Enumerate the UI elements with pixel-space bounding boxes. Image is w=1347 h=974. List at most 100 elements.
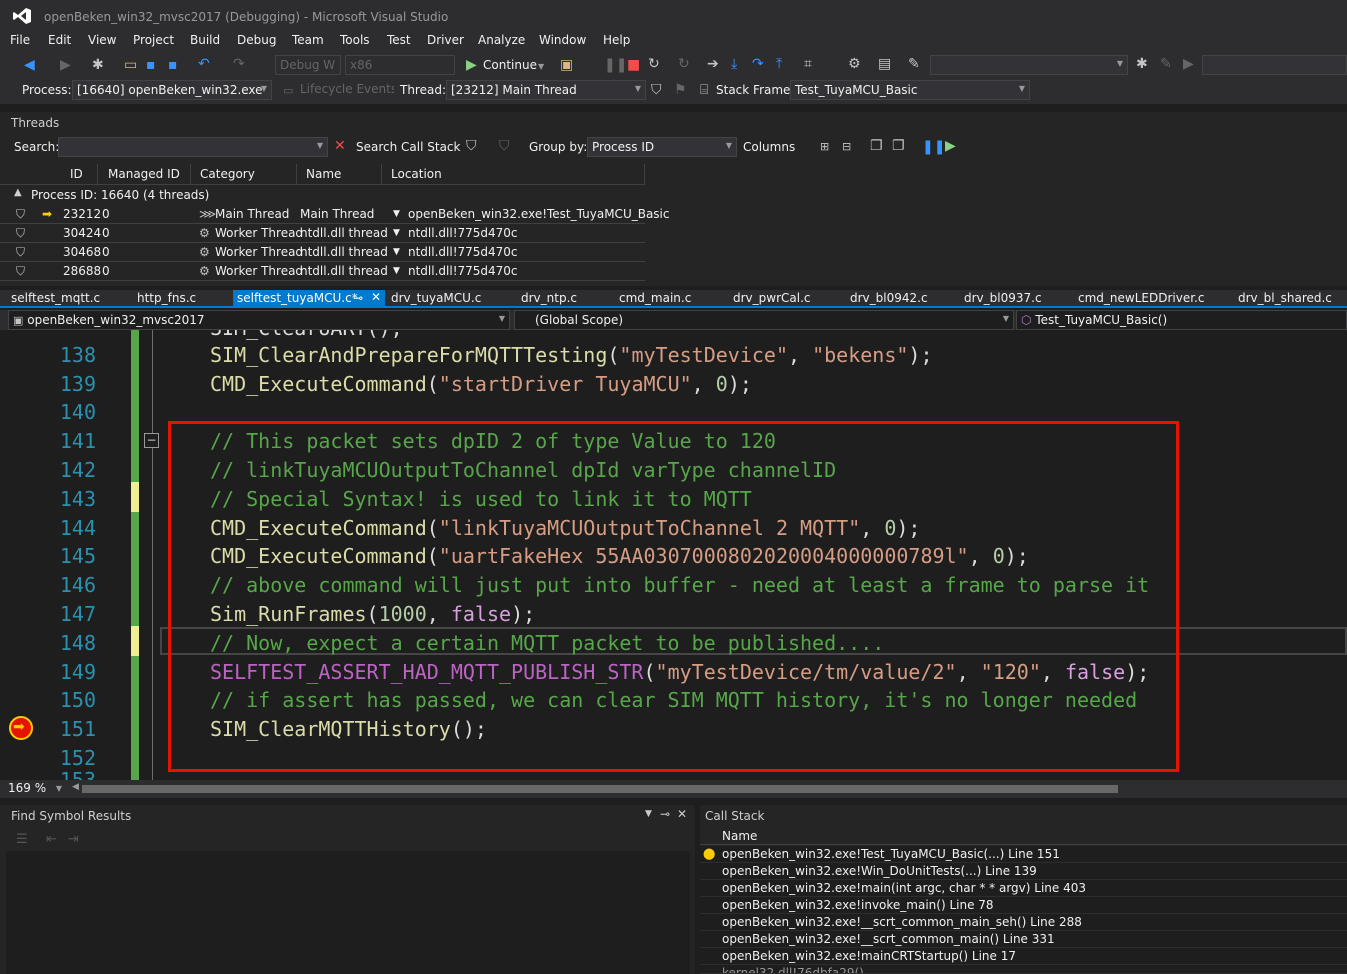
pause-icon[interactable]: ❚❚ [922, 140, 945, 154]
chevron-down-icon[interactable]: ▼ [393, 266, 400, 276]
close-icon[interactable]: ✕ [371, 290, 381, 304]
tab-drv-bl-shared[interactable]: drv_bl_shared.c [1238, 291, 1332, 305]
tab-selftest-mqtt[interactable]: selftest_mqtt.c [11, 291, 100, 305]
redo-icon[interactable]: ↷ [233, 57, 245, 71]
stop-debugging-icon[interactable]: ■ [627, 58, 640, 72]
function-combo[interactable]: ⬡ Test_TuyaMCU_Basic() [1016, 310, 1347, 330]
menu-window[interactable]: Window [539, 33, 586, 47]
stack-frame-combo[interactable]: Test_TuyaMCU_Basic ▼ [790, 80, 1030, 100]
menu-test[interactable]: Test [387, 33, 411, 47]
col-location[interactable]: Location [391, 167, 442, 181]
threads-search-input[interactable]: ▼ [58, 137, 328, 157]
lifecycle-events-combo[interactable]: Lifecycle Events [296, 80, 394, 100]
menu-tools[interactable]: Tools [340, 33, 370, 47]
collapse-groups-icon[interactable]: ⊟ [842, 140, 851, 154]
pen-icon[interactable]: ✎ [1160, 57, 1172, 71]
continue-button[interactable]: Continue [483, 58, 537, 72]
break-all-icon[interactable]: ❚❚ [604, 58, 627, 72]
open-folder-icon[interactable]: ▭ [124, 58, 137, 72]
freeze-threads-icon[interactable]: ❐ [870, 139, 883, 153]
col-name[interactable]: Name [722, 829, 757, 843]
call-stack-row[interactable]: kernel32.dll!76dbfa29() [700, 965, 1347, 974]
menu-build[interactable]: Build [190, 33, 220, 47]
chevron-down-icon[interactable]: ▼ [645, 809, 652, 819]
col-category[interactable]: Category [200, 167, 255, 181]
column-divider[interactable] [644, 164, 645, 185]
thread-group-row[interactable]: ▲ Process ID: 16640 (4 threads) [0, 186, 645, 204]
hex-display-icon[interactable]: ⌗ [804, 57, 812, 71]
thread-row[interactable]: ⛉ ➡ 23212 0 ⋙ Main Thread Main Thread ▼ … [0, 205, 670, 224]
call-stack-row[interactable]: ⬤ openBeken_win32.exe!Test_TuyaMCU_Basic… [700, 846, 1347, 863]
find-combo[interactable]: ▼ [930, 55, 1128, 75]
hot-reload-icon[interactable]: ↻ [678, 57, 690, 71]
tab-drv-ntp[interactable]: drv_ntp.c [521, 291, 577, 305]
menu-analyze[interactable]: Analyze [478, 33, 525, 47]
flag-filter-off-icon[interactable]: ⛉ [499, 139, 510, 153]
call-stack-row[interactable]: openBeken_win32.exe!invoke_main() Line 7… [700, 897, 1347, 914]
tab-drv-tuyamcu[interactable]: drv_tuyaMCU.c [391, 291, 481, 305]
col-name[interactable]: Name [306, 167, 341, 181]
menu-edit[interactable]: Edit [48, 33, 71, 47]
call-stack-row[interactable]: openBeken_win32.exe!mainCRTStartup() Lin… [700, 948, 1347, 965]
thread-row[interactable]: ⛉ 30424 0 ⚙ Worker Thread ntdll.dll thre… [0, 224, 645, 243]
diagnostics-icon[interactable]: ⚙ [848, 57, 861, 71]
current-statement-breakpoint-icon[interactable]: ➡ [9, 716, 33, 740]
col-id[interactable]: ID [70, 167, 83, 181]
resume-icon[interactable]: ▶ [945, 139, 956, 153]
next-result-icon[interactable]: ⇥ [68, 832, 79, 847]
configuration-combo[interactable]: Debug W [275, 55, 341, 75]
thread-combo[interactable]: [23212] Main Thread ▼ [446, 80, 646, 100]
code-editor[interactable]: − SIM_ClearUART(); 138 139 140 141 142 1… [0, 330, 1347, 780]
tab-drv-bl0942[interactable]: drv_bl0942.c [850, 291, 928, 305]
pin-icon[interactable]: ⊸ [660, 807, 670, 821]
call-stack-row[interactable]: openBeken_win32.exe!main(int argc, char … [700, 880, 1347, 897]
chevron-down-icon[interactable]: ▼ [393, 209, 400, 219]
comment-icon[interactable]: ✎ [908, 57, 920, 71]
scroll-left-icon[interactable]: ◀ [72, 782, 79, 792]
thread-row[interactable]: ⛉ 28688 0 ⚙ Worker Thread ntdll.dll thre… [0, 262, 645, 281]
zoom-combo[interactable]: 169 % ▼ [4, 780, 66, 798]
step-out-icon[interactable]: ⤒ [776, 57, 782, 71]
undo-icon[interactable]: ↶ [198, 57, 210, 71]
project-combo[interactable]: ▣ openBeken_win32_mvsc2017 ▼ [8, 310, 510, 330]
tab-selftest-tuyamcu[interactable]: selftest_tuyaMCU.c* ⊸ ✕ [233, 290, 385, 308]
tab-http-fns[interactable]: http_fns.c [137, 291, 196, 305]
save-icon[interactable]: ▪ [146, 58, 156, 72]
tab-drv-bl0937[interactable]: drv_bl0937.c [964, 291, 1042, 305]
menu-help[interactable]: Help [603, 33, 630, 47]
forward-icon[interactable]: ▶ [60, 58, 71, 72]
flag-icon[interactable]: ⛉ [16, 226, 25, 241]
menu-team[interactable]: Team [292, 33, 324, 47]
chevron-down-icon[interactable]: ▼ [538, 60, 544, 74]
collapse-region-icon[interactable]: − [144, 433, 159, 448]
call-stack-row[interactable]: openBeken_win32.exe!__scrt_common_main()… [700, 931, 1347, 948]
scope-combo[interactable]: (Global Scope) ▼ [514, 310, 1014, 330]
column-divider[interactable] [190, 164, 191, 185]
tab-drv-pwrcal[interactable]: drv_pwrCal.c [733, 291, 811, 305]
expand-groups-icon[interactable]: ⊞ [820, 140, 829, 154]
collapse-icon[interactable]: ▲ [14, 187, 22, 198]
call-stack-row[interactable]: openBeken_win32.exe!__scrt_common_main_s… [700, 914, 1347, 931]
flag-icon[interactable]: ⛉ [16, 264, 25, 279]
menu-project[interactable]: Project [133, 33, 174, 47]
extension-icon[interactable]: ✱ [1136, 57, 1148, 71]
menu-view[interactable]: View [88, 33, 116, 47]
flag-icon[interactable]: ⛉ [16, 207, 25, 222]
platform-combo[interactable]: x86 [345, 55, 455, 75]
thaw-threads-icon[interactable]: ❐ [892, 139, 905, 153]
menu-file[interactable]: File [10, 33, 30, 47]
close-icon[interactable]: ✕ [677, 807, 687, 821]
chevron-down-icon[interactable]: ▼ [393, 228, 400, 238]
flag-icon[interactable]: ⛉ [16, 245, 25, 260]
menu-debug[interactable]: Debug [237, 33, 276, 47]
attach-process-icon[interactable]: ▣ [560, 58, 573, 72]
back-icon[interactable]: ◀ [24, 58, 35, 72]
search-call-stack-button[interactable]: Search Call Stack [356, 140, 460, 154]
column-divider[interactable] [97, 164, 98, 185]
list-icon[interactable]: ☰ [16, 832, 28, 847]
solution-config-combo[interactable] [1202, 55, 1347, 75]
tab-cmd-newleddriver[interactable]: cmd_newLEDDriver.c [1078, 291, 1204, 305]
chevron-down-icon[interactable]: ▼ [393, 247, 400, 257]
column-divider[interactable] [296, 164, 297, 185]
column-divider[interactable] [381, 164, 382, 185]
